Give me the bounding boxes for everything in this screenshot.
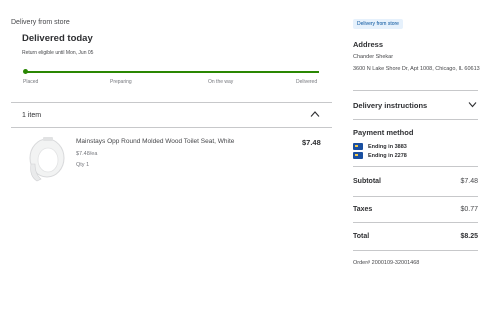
total-label: Total	[353, 233, 370, 240]
progress-step-on-the-way: On the way	[208, 79, 234, 85]
credit-card-icon	[353, 143, 363, 150]
product-unit-price: $7.48/ea	[76, 151, 98, 157]
delivery-progress-bar	[25, 71, 319, 73]
product-quantity: Qty 1	[76, 162, 90, 168]
address-name: Chander Shekar	[353, 54, 394, 60]
items-count-header[interactable]: 1 item	[22, 112, 41, 119]
section-divider	[11, 102, 332, 103]
payment-method-title: Payment method	[353, 128, 414, 137]
taxes-label: Taxes	[353, 206, 373, 213]
sidebar-divider	[353, 90, 478, 91]
product-price: $7.48	[302, 138, 321, 147]
progress-step-placed: Placed	[23, 79, 39, 85]
payment-card-label: Ending in 2278	[368, 152, 407, 159]
payment-card-row: Ending in 3883	[353, 143, 407, 150]
sidebar-divider	[353, 250, 478, 251]
chevron-up-icon[interactable]	[310, 110, 320, 118]
credit-card-icon	[353, 152, 363, 159]
address-line: 3600 N Lake Shore Dr, Apt 1008, Chicago,…	[353, 66, 480, 72]
progress-start-dot	[23, 69, 28, 74]
sidebar-divider	[353, 166, 478, 167]
fulfillment-type: Delivery from store	[11, 19, 70, 26]
progress-step-delivered: Delivered	[296, 79, 318, 85]
order-number: Order# 2000109-32001468	[353, 260, 420, 266]
chevron-down-icon[interactable]	[468, 101, 477, 108]
delivery-status-title: Delivered today	[22, 33, 93, 44]
product-image-toilet-seat[interactable]	[23, 134, 69, 186]
payment-card-row: Ending in 2278	[353, 152, 407, 159]
address-title: Address	[353, 40, 384, 49]
fulfillment-badge: Delivery from store	[353, 19, 403, 29]
sidebar-divider	[353, 196, 478, 197]
subtotal-value: $7.48	[460, 178, 478, 185]
return-eligibility-note: Return eligible until Mon, Jun 05	[22, 50, 94, 56]
total-value: $8.25	[460, 233, 478, 240]
progress-step-preparing: Preparing	[110, 79, 132, 85]
section-divider	[11, 127, 332, 128]
sidebar-divider	[353, 222, 478, 223]
subtotal-label: Subtotal	[353, 178, 381, 185]
payment-card-label: Ending in 3883	[368, 143, 407, 150]
taxes-value: $0.77	[460, 206, 478, 213]
sidebar-divider	[353, 119, 478, 120]
delivery-instructions-toggle[interactable]: Delivery instructions	[353, 101, 427, 110]
product-name[interactable]: Mainstays Opp Round Molded Wood Toilet S…	[76, 138, 234, 145]
